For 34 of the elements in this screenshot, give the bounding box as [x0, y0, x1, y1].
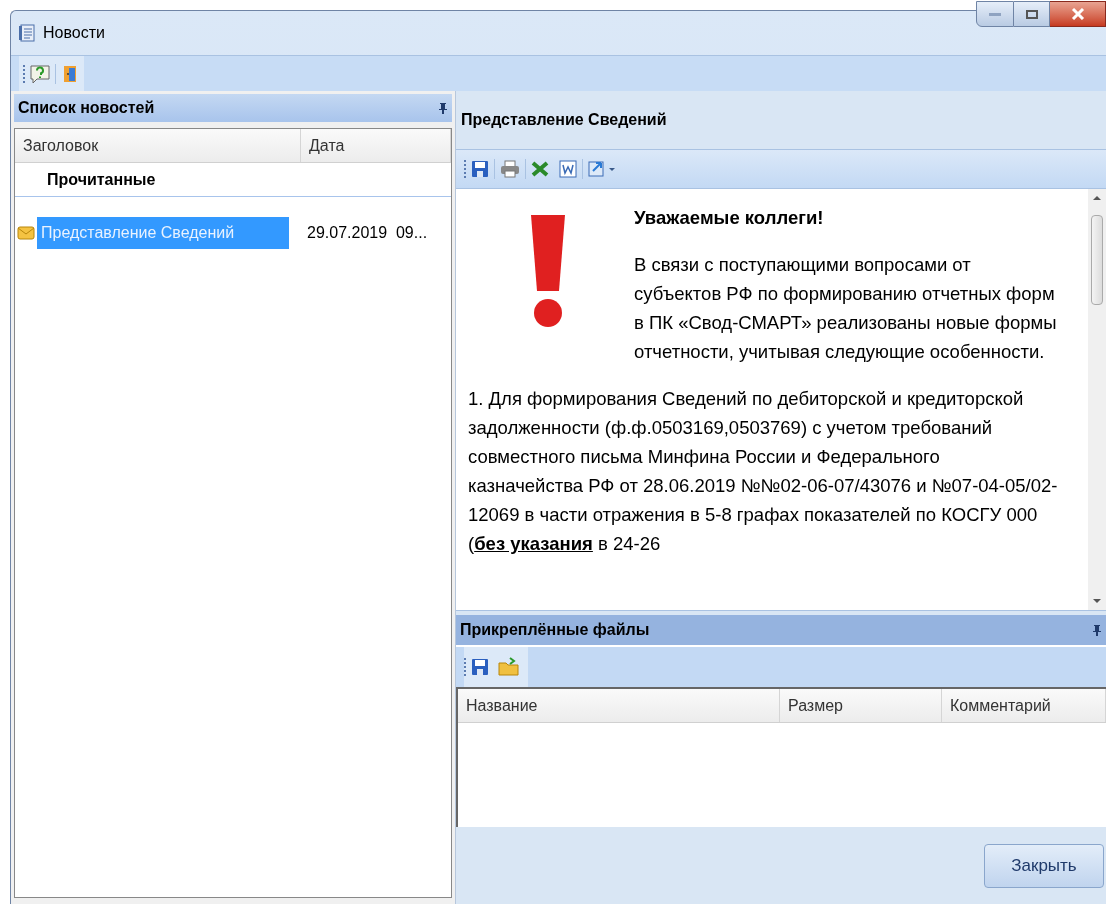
pin-icon[interactable] [438, 102, 448, 114]
printer-icon[interactable] [499, 159, 521, 179]
group-label: Прочитанные [47, 169, 156, 190]
pin-icon[interactable] [1092, 624, 1102, 636]
letter-paragraph: 1. Для формирования Сведений по дебиторской и кредиторской задолженности (ф.ф.0503169,0503769) с учетом требований совместного письма Минфина России и Федерального казначейства РФ от 28.06.2019 №№02-06-07/43076 и №07-04-05/02-12069 в части отражения в 5-8 графах показателей по КОСГУ 000 (без указания в 24-26 [468, 387, 1058, 556]
news-item-date: 29.07.2019 09... [307, 223, 428, 243]
export-icon[interactable] [587, 159, 617, 179]
column-header[interactable]: Комментарий [942, 689, 1106, 722]
envelope-icon [17, 224, 35, 242]
scroll-up-icon[interactable] [1092, 193, 1102, 203]
panel-title: Прикреплённые файлы [460, 620, 650, 640]
window-title: Новости [43, 23, 105, 43]
save-icon[interactable] [470, 159, 490, 179]
maximize-button[interactable] [1014, 1, 1050, 27]
notebook-icon [19, 24, 35, 42]
word-icon[interactable] [558, 159, 578, 179]
column-header[interactable]: Дата [301, 129, 451, 162]
document-title: Представление Сведений [461, 110, 667, 130]
help-icon[interactable] [29, 63, 51, 84]
letter-greeting: Уважаемые коллеги! [634, 206, 825, 230]
exclamation-icon [528, 215, 568, 327]
column-header[interactable]: Название [458, 689, 780, 722]
panel-title: Список новостей [18, 98, 155, 118]
save-icon[interactable] [470, 657, 490, 677]
close-icon [1070, 8, 1085, 20]
column-header[interactable]: Заголовок [15, 129, 301, 162]
close-dialog-button[interactable]: Закрыть [984, 843, 1104, 888]
minimize-button[interactable] [976, 1, 1014, 27]
column-header[interactable]: Размер [780, 689, 942, 722]
scroll-down-icon[interactable] [1092, 596, 1102, 606]
letter-paragraph: В связи с поступающими вопросами от субъектов РФ по формированию отчетных форм в ПК «Свод-СМАРТ» реализованы новые формы отчетности, учитывая следующие особенности. [634, 253, 1058, 364]
close-button[interactable] [1050, 1, 1106, 27]
scrollbar-thumb[interactable] [1091, 215, 1103, 305]
folder-icon[interactable] [498, 657, 520, 677]
